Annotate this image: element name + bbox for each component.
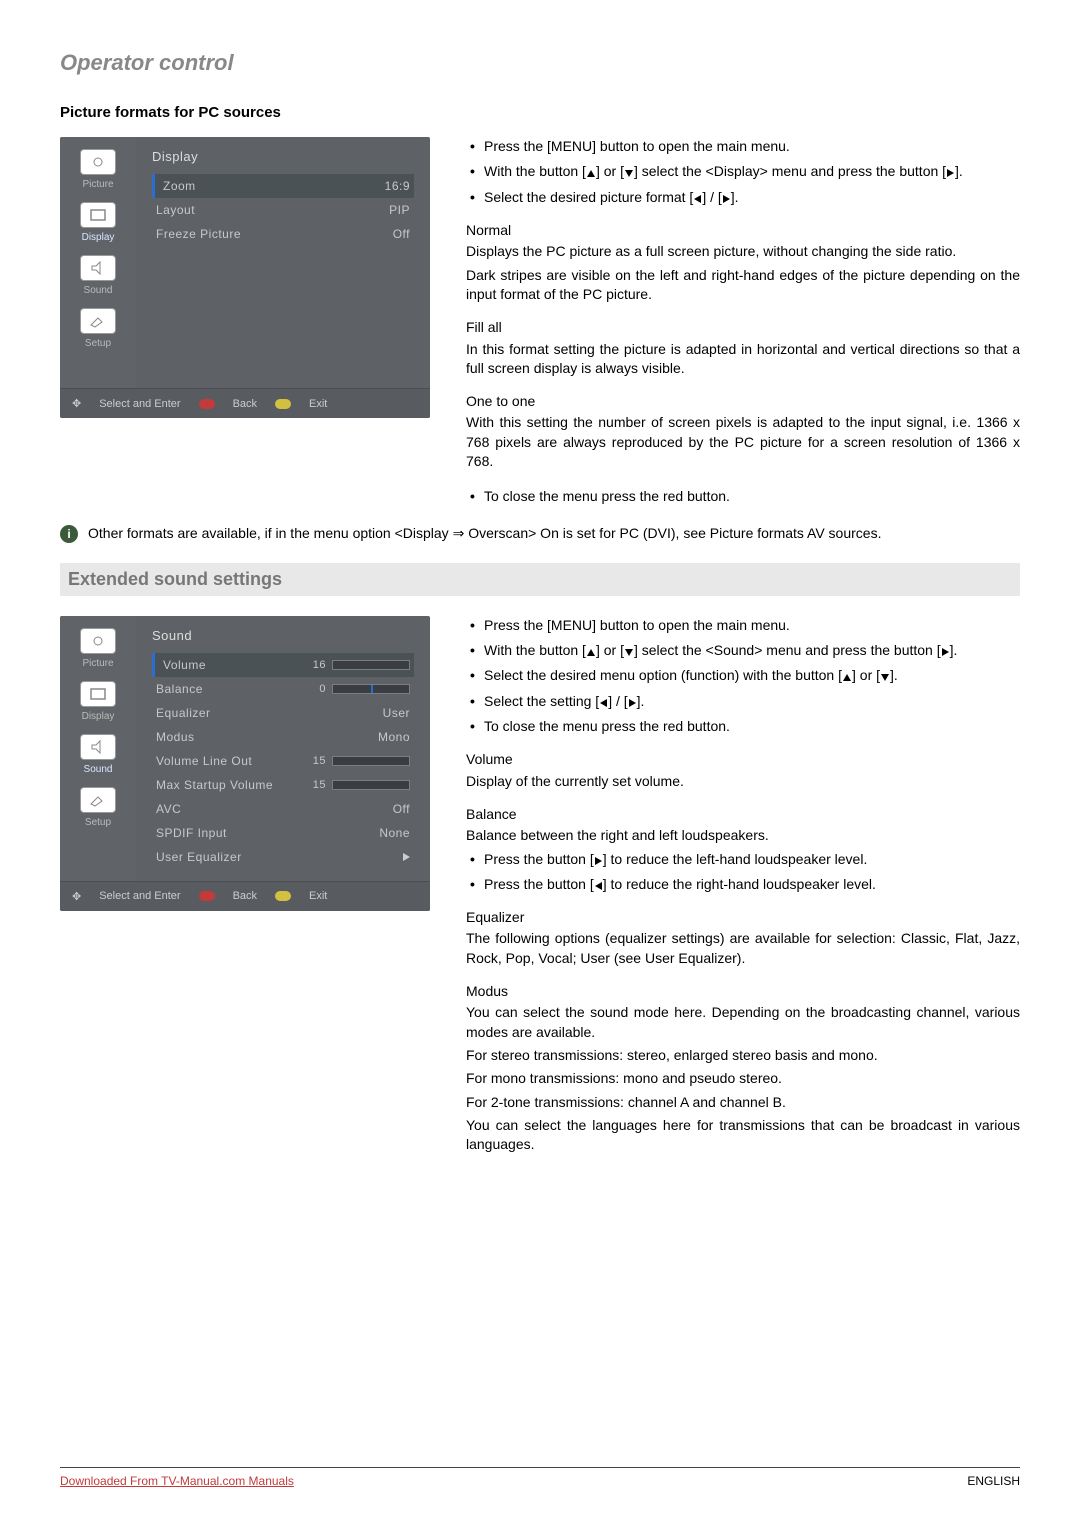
close-note: To close the menu press the red button.: [466, 487, 1020, 506]
info-note-row: i Other formats are available, if in the…: [60, 525, 1020, 543]
format-name-normal: Normal: [466, 221, 1020, 240]
right-icon: [947, 169, 954, 177]
format-text: In this format setting the picture is ad…: [466, 340, 1020, 379]
page-header: Operator control: [60, 50, 1020, 76]
right-icon: [723, 195, 730, 203]
sidebar-item-setup: Setup: [60, 783, 136, 836]
menu-row-modus: ModusMono: [152, 725, 414, 749]
menu-row-balance: Balance0: [152, 677, 414, 701]
down-icon: [625, 649, 633, 656]
sidebar-item-display: Display: [60, 677, 136, 730]
balance-bullet: Press the button [] to reduce the right-…: [466, 875, 1020, 894]
footer-lang: ENGLISH: [967, 1474, 1020, 1488]
balance-bullet: Press the button [] to reduce the left-h…: [466, 850, 1020, 869]
menu-row-zoom: Zoom16:9: [152, 174, 414, 198]
left-icon: [694, 195, 701, 203]
sidebar-item-setup: Setup: [60, 304, 136, 357]
sub-balance: Balance: [466, 805, 1020, 824]
format-text: Dark stripes are visible on the left and…: [466, 266, 1020, 305]
chevron-right-icon: [403, 853, 410, 861]
up-icon: [587, 170, 595, 177]
osd-sidebar: Picture Display Sound Setup: [60, 616, 136, 881]
instruction-item: Press the [MENU] button to open the main…: [466, 137, 1020, 156]
section-title-extended-sound: Extended sound settings: [60, 563, 1020, 596]
menu-row-vol-lineout: Volume Line Out15: [152, 749, 414, 773]
red-button-icon: [199, 399, 215, 409]
menu-row-max-startup: Max Startup Volume15: [152, 773, 414, 797]
sub-text: The following options (equalizer setting…: [466, 929, 1020, 968]
yellow-button-icon: [275, 891, 291, 901]
instruction-item: Select the setting [] / [].: [466, 692, 1020, 711]
sidebar-item-sound: Sound: [60, 730, 136, 783]
setup-icon: [80, 308, 116, 334]
section-title-picture-formats: Picture formats for PC sources: [60, 104, 1020, 121]
format-name-fillall: Fill all: [466, 318, 1020, 337]
osd-footer: ✥ Select and Enter Back Exit: [60, 881, 430, 911]
menu-row-freeze: Freeze PictureOff: [152, 222, 414, 246]
left-icon: [595, 882, 602, 890]
instruction-item: To close the menu press the red button.: [466, 717, 1020, 736]
up-icon: [843, 674, 851, 681]
sub-text: You can select the languages here for tr…: [466, 1116, 1020, 1155]
sub-text: For mono transmissions: mono and pseudo …: [466, 1069, 1020, 1088]
menu-row-spdif: SPDIF InputNone: [152, 821, 414, 845]
menu-row-volume: Volume16: [152, 653, 414, 677]
display-icon: [80, 681, 116, 707]
osd-menu-display: Picture Display Sound Setup Display Zoom…: [60, 137, 430, 418]
menu-content-title: Sound: [152, 628, 414, 643]
right-icon: [595, 857, 602, 865]
sound-icon: [80, 734, 116, 760]
sub-modus: Modus: [466, 982, 1020, 1001]
instruction-item: Select the desired picture format [] / […: [466, 188, 1020, 207]
down-icon: [881, 674, 889, 681]
format-text: With this setting the number of screen p…: [466, 413, 1020, 471]
yellow-button-icon: [275, 399, 291, 409]
menu-row-user-eq: User Equalizer: [152, 845, 414, 869]
red-button-icon: [199, 891, 215, 901]
sidebar-item-display: Display: [60, 198, 136, 251]
sub-equalizer: Equalizer: [466, 908, 1020, 927]
sidebar-item-picture: Picture: [60, 624, 136, 677]
menu-row-avc: AVCOff: [152, 797, 414, 821]
right-icon: [629, 699, 636, 707]
instructions-list: Press the [MENU] button to open the main…: [466, 616, 1020, 737]
info-icon: i: [60, 525, 78, 543]
instruction-item: With the button [] or [] select the <Dis…: [466, 162, 1020, 181]
picture-icon: [80, 628, 116, 654]
up-icon: [587, 649, 595, 656]
footer-link[interactable]: Downloaded From TV-Manual.com Manuals: [60, 1474, 294, 1488]
format-name-onetoone: One to one: [466, 392, 1020, 411]
down-icon: [625, 170, 633, 177]
menu-row-layout: LayoutPIP: [152, 198, 414, 222]
display-icon: [80, 202, 116, 228]
format-text: Displays the PC picture as a full screen…: [466, 242, 1020, 261]
instruction-item: Select the desired menu option (function…: [466, 666, 1020, 685]
setup-icon: [80, 787, 116, 813]
osd-sidebar: Picture Display Sound Setup: [60, 137, 136, 388]
sidebar-item-sound: Sound: [60, 251, 136, 304]
sub-text: Display of the currently set volume.: [466, 772, 1020, 791]
menu-row-equalizer: EqualizerUser: [152, 701, 414, 725]
osd-footer: ✥ Select and Enter Back Exit: [60, 388, 430, 418]
sidebar-item-picture: Picture: [60, 145, 136, 198]
nav-dpad-icon: ✥: [72, 397, 81, 410]
sub-text: You can select the sound mode here. Depe…: [466, 1003, 1020, 1042]
osd-menu-sound: Picture Display Sound Setup Sound Volume…: [60, 616, 430, 911]
sound-icon: [80, 255, 116, 281]
menu-content-title: Display: [152, 149, 414, 164]
page-footer: Downloaded From TV-Manual.com Manuals EN…: [60, 1467, 1020, 1488]
sub-volume: Volume: [466, 750, 1020, 769]
sub-text: Balance between the right and left louds…: [466, 826, 1020, 845]
left-icon: [600, 699, 607, 707]
instructions-list: Press the [MENU] button to open the main…: [466, 137, 1020, 207]
info-text: Other formats are available, if in the m…: [88, 525, 881, 543]
instruction-item: Press the [MENU] button to open the main…: [466, 616, 1020, 635]
sub-text: For 2-tone transmissions: channel A and …: [466, 1093, 1020, 1112]
sub-text: For stereo transmissions: stereo, enlarg…: [466, 1046, 1020, 1065]
right-icon: [942, 648, 949, 656]
picture-icon: [80, 149, 116, 175]
instruction-item: With the button [] or [] select the <Sou…: [466, 641, 1020, 660]
nav-dpad-icon: ✥: [72, 890, 81, 903]
